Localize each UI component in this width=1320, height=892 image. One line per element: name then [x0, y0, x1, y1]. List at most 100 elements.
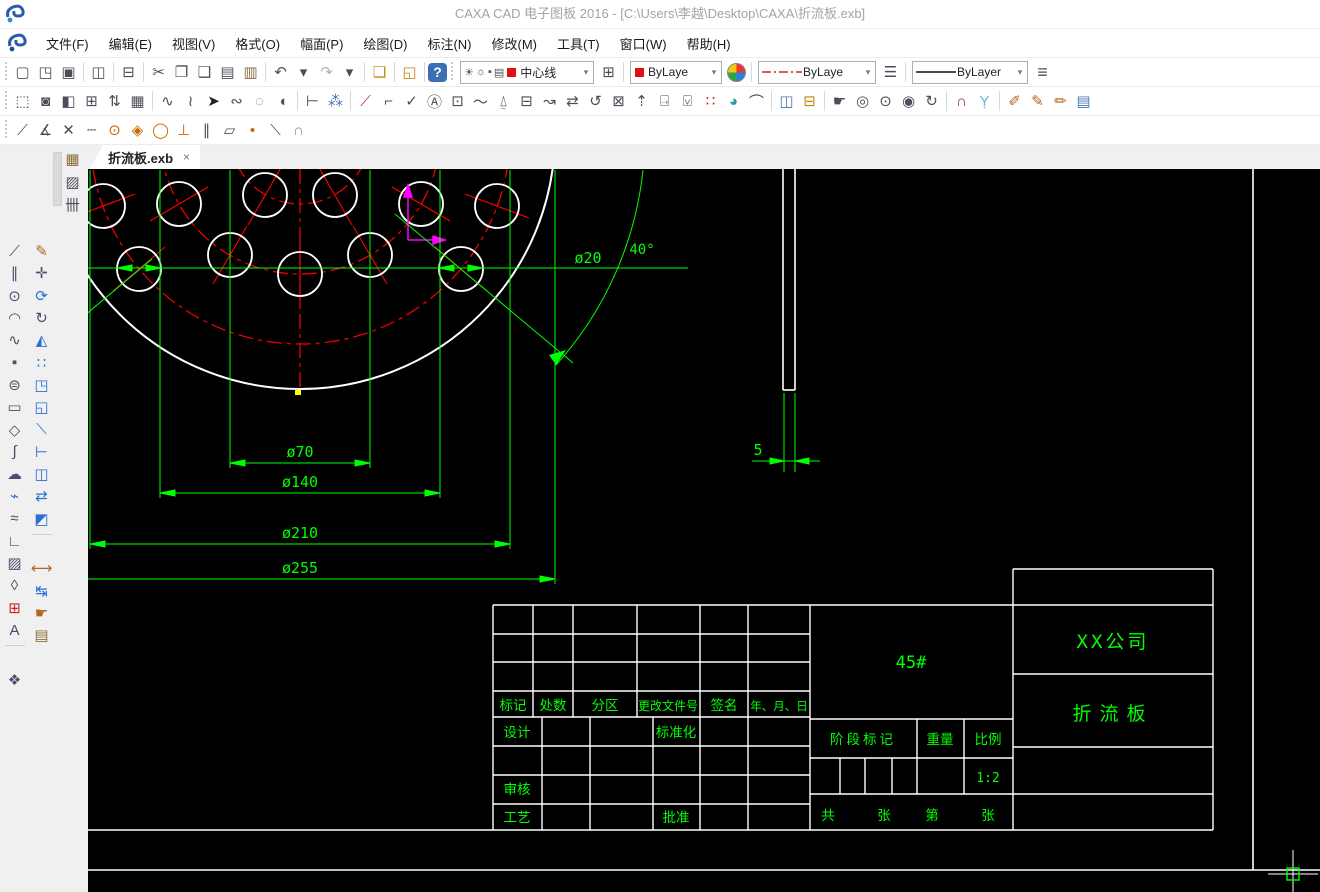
move-tool[interactable]: ✛ — [30, 262, 53, 284]
save-icon[interactable]: ▣ — [57, 61, 80, 84]
rotate-text-icon[interactable]: ↺ — [584, 90, 607, 113]
format-painter-icon[interactable]: ❏ — [368, 61, 391, 84]
pick-tool[interactable]: ☛ — [30, 602, 53, 624]
dim-text-d140[interactable]: ø140 — [282, 473, 318, 491]
arc-dim-icon[interactable]: ⌒ — [745, 90, 768, 113]
quadrant-circle-icon[interactable]: ◕ — [722, 90, 745, 113]
redo-dropdown[interactable]: ▾ — [338, 61, 361, 84]
menu-tools[interactable]: 工具(T) — [547, 30, 610, 57]
titleblock-lib-icon[interactable]: ▦ — [61, 147, 84, 170]
text-window-icon[interactable]: ▦ — [126, 90, 149, 113]
trim-tool[interactable]: ⟍ — [30, 418, 53, 440]
dim-brush-icon[interactable]: ✐ — [1003, 90, 1026, 113]
copy-icon[interactable]: ❐ — [170, 61, 193, 84]
menu-window[interactable]: 窗口(W) — [610, 30, 677, 57]
hole-centerline-ticks[interactable] — [70, 165, 530, 308]
s-curve-tool[interactable]: ∫ — [3, 441, 26, 463]
wave-line-icon[interactable]: ∿ — [156, 90, 179, 113]
stretch-tool[interactable]: ◫ — [30, 463, 53, 485]
pan-icon[interactable]: ☛ — [828, 90, 851, 113]
help-icon[interactable]: ? — [428, 62, 447, 82]
snap-quadrant-icon[interactable]: ◈ — [126, 119, 149, 142]
menu-format[interactable]: 格式(O) — [225, 30, 290, 57]
zoom-window-icon[interactable]: ⊙ — [874, 90, 897, 113]
hatch-tool[interactable]: ▨ — [3, 552, 26, 574]
dim-text-d20[interactable]: ø20 — [574, 249, 601, 267]
profile-tool[interactable]: ◊ — [3, 574, 26, 596]
extension-lines[interactable] — [89, 170, 556, 584]
menu-file[interactable]: 文件(F) — [36, 30, 99, 57]
lasso-select-icon[interactable]: ∾ — [225, 90, 248, 113]
dim-tool[interactable]: ⟷ — [30, 557, 53, 579]
color-combo[interactable]: ByLaye ▾ — [630, 60, 722, 84]
text-brush-icon[interactable]: ✎ — [1026, 90, 1049, 113]
curve-dim-icon[interactable]: ↝ — [538, 90, 561, 113]
polygon-tool[interactable]: ◇ — [3, 418, 26, 440]
rotate-copy-tool[interactable]: ⟳ — [30, 285, 53, 307]
menu-draw[interactable]: 绘图(D) — [353, 30, 417, 57]
toolbar-gripper[interactable] — [3, 62, 9, 82]
undo-icon[interactable]: ↶ — [269, 61, 292, 84]
trim-red-icon[interactable]: ⟋ — [354, 90, 377, 113]
coord-dim-icon[interactable]: ⊟ — [515, 90, 538, 113]
text-annotate-icon[interactable]: Ⓐ — [423, 90, 446, 113]
toolbar-options-icon[interactable]: ≡ — [1031, 61, 1054, 84]
leader-icon[interactable]: 〜 — [469, 90, 492, 113]
cylinder-icon[interactable]: ◖ — [271, 90, 294, 113]
menu-dimension[interactable]: 标注(N) — [417, 30, 481, 57]
centerline-tool[interactable]: ⌁ — [3, 485, 26, 507]
properties-window-icon[interactable]: ◫ — [775, 90, 798, 113]
cloud-tool[interactable]: ☁ — [3, 463, 26, 485]
axis-tool[interactable]: ∟ — [3, 530, 26, 552]
dim-text-d255[interactable]: ø255 — [282, 559, 318, 577]
shift-tool[interactable]: ⇄ — [30, 485, 53, 507]
display-order-icon[interactable]: ⇅ — [103, 90, 126, 113]
undo-dropdown[interactable]: ▾ — [292, 61, 315, 84]
linetype-manager-icon[interactable]: ☰ — [879, 61, 902, 84]
extend-tool[interactable]: ⊢ — [30, 441, 53, 463]
menu-modify[interactable]: 修改(M) — [482, 30, 548, 57]
layer-combo[interactable]: ☀ ☼ ▪ ▤ 中心线 ▾ — [460, 60, 594, 84]
snap-perpendicular-icon[interactable]: ⊥ — [172, 119, 195, 142]
rectangle-tool[interactable]: ▭ — [3, 396, 26, 418]
snap-tangent-icon[interactable]: ◯ — [149, 119, 172, 142]
dim-text-t5[interactable]: 5 — [753, 441, 762, 459]
tab-close-icon[interactable]: × — [183, 150, 190, 164]
dim-text-a40[interactable]: 40° — [629, 242, 654, 258]
table-tool[interactable]: ⊞ — [3, 597, 26, 619]
redo-icon[interactable]: ↷ — [315, 61, 338, 84]
move-text-icon[interactable]: ⇄ — [561, 90, 584, 113]
stamp-tool[interactable]: ▤ — [30, 624, 53, 646]
check-icon[interactable]: ✓ — [400, 90, 423, 113]
snap-off-icon[interactable]: ∩ — [287, 119, 310, 142]
snap-magnet-icon[interactable]: ∩ — [950, 90, 973, 113]
spline-tool[interactable]: ∿ — [3, 329, 26, 351]
arrow-dim-icon[interactable]: ⇡ — [630, 90, 653, 113]
copy-basepoint-icon[interactable]: ❑ — [193, 61, 216, 84]
snap-node-icon[interactable]: ⟍ — [264, 119, 287, 142]
ellipse-tool[interactable]: ⊜ — [3, 374, 26, 396]
erase-tool[interactable]: ✎ — [30, 240, 53, 262]
pointer-icon[interactable]: ➤ — [202, 90, 225, 113]
snap-point-icon[interactable]: • — [241, 119, 264, 142]
thickness-dimension[interactable] — [752, 393, 820, 472]
node-edit-icon[interactable]: ⁂ — [324, 90, 347, 113]
mirror-tool[interactable]: ◭ — [30, 329, 53, 351]
linetype-combo[interactable]: ByLaye ▾ — [758, 60, 876, 84]
ole-insert-icon[interactable]: ◱ — [398, 61, 421, 84]
dim-text-d210[interactable]: ø210 — [282, 524, 318, 542]
snap-center-icon[interactable]: ⊙ — [103, 119, 126, 142]
circle-select-icon[interactable]: ◌ — [248, 90, 271, 113]
menu-sheet[interactable]: 幅面(P) — [290, 30, 353, 57]
document-tab[interactable]: 折流板.exb × — [90, 145, 201, 169]
zoom-in-icon[interactable]: ◎ — [851, 90, 874, 113]
line-tool[interactable]: ⟋ — [3, 240, 26, 262]
snap-intersection-icon[interactable]: ✕ — [57, 119, 80, 142]
color-palette-icon[interactable] — [725, 61, 748, 84]
split-window-icon[interactable]: ◧ — [57, 90, 80, 113]
linear-dim-icon[interactable]: ⊢ — [301, 90, 324, 113]
wave-tool[interactable]: ≈ — [3, 508, 26, 530]
menu-edit[interactable]: 编辑(E) — [99, 30, 162, 57]
array-tool[interactable]: ∷ — [30, 351, 53, 373]
snap-shape-icon[interactable]: ▱ — [218, 119, 241, 142]
